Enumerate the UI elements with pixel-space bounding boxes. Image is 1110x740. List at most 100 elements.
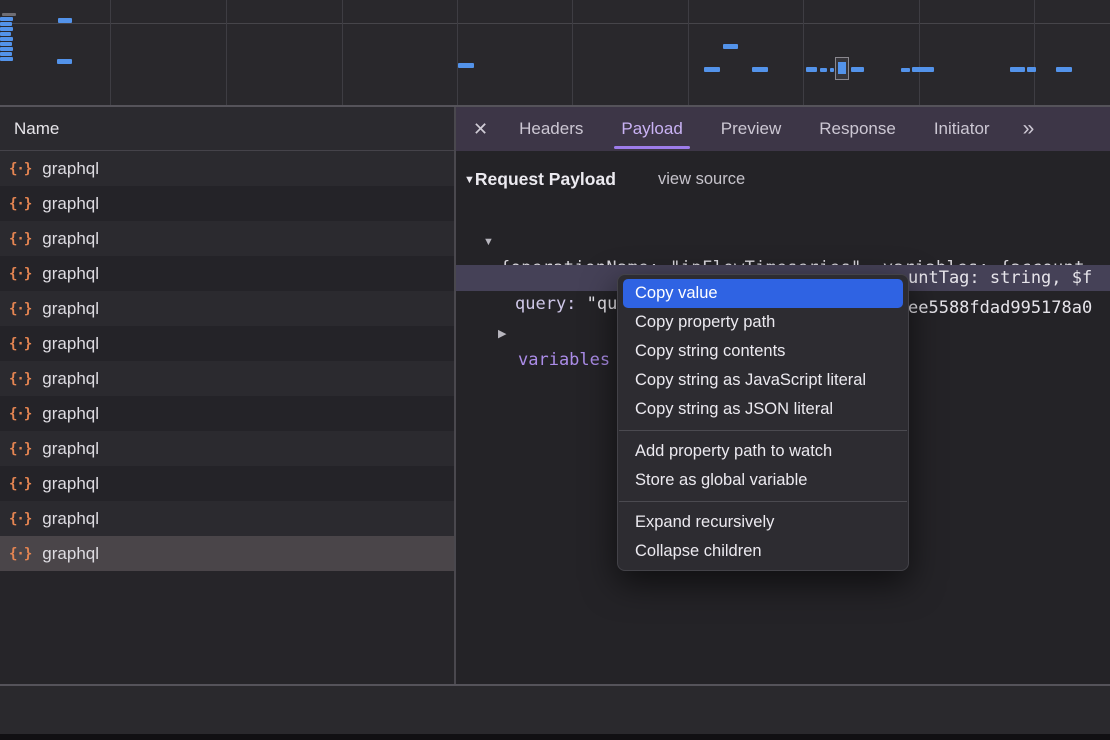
request-name: graphql: [42, 474, 99, 494]
request-name: graphql: [42, 369, 99, 389]
network-activity-bar: [0, 27, 13, 31]
payload-row-operation-name[interactable]: operationName: "ipFlowTimeseries": [456, 235, 1110, 261]
network-activity-bar: [58, 18, 72, 23]
timeline-gridline: [688, 0, 689, 105]
property-value-right-fragment: ee5588fdad995178a0: [908, 295, 1092, 321]
json-braces-icon: {·}: [9, 371, 31, 387]
request-name: graphql: [42, 439, 99, 459]
network-activity-bar: [901, 68, 910, 72]
tab-initiator[interactable]: Initiator: [915, 107, 1009, 151]
request-row[interactable]: {·} graphql: [0, 151, 454, 186]
request-row[interactable]: {·}graphql: [0, 501, 454, 536]
menu-item-add-property-path-to-watch[interactable]: Add property path to watch: [623, 437, 903, 466]
request-list-panel: Name {·} graphql {·} graphql {·} graphql {·} gr…: [0, 107, 454, 686]
detail-tab-bar: ✕ HeadersPayloadPreviewResponseInitiator…: [456, 107, 1110, 151]
menu-item-store-as-global-variable[interactable]: Store as global variable: [623, 466, 903, 495]
network-activity-bar: [806, 67, 817, 72]
tab-response[interactable]: Response: [800, 107, 915, 151]
tab-payload[interactable]: Payload: [602, 107, 701, 151]
request-row[interactable]: {·} graphql: [0, 291, 454, 326]
json-braces-icon: {·}: [9, 476, 31, 492]
json-braces-icon: {·}: [9, 511, 31, 527]
network-activity-bar: [1010, 67, 1025, 72]
timeline-gridline: [1034, 0, 1035, 105]
menu-item-expand-recursively[interactable]: Expand recursively: [623, 508, 903, 537]
request-row[interactable]: {·} graphql: [0, 326, 454, 361]
request-row[interactable]: {·} graphql: [0, 466, 454, 501]
network-activity-bar: [1027, 67, 1036, 72]
context-menu: Copy valueCopy property pathCopy string …: [617, 274, 909, 571]
request-payload-section-header[interactable]: ▼Request Payload: [464, 166, 616, 192]
request-row[interactable]: {·} graphql: [0, 361, 454, 396]
json-braces-icon: {·}: [9, 231, 31, 247]
request-name: graphql: [42, 404, 99, 424]
menu-item-copy-string-contents[interactable]: Copy string contents: [623, 337, 903, 366]
menu-item-copy-property-path[interactable]: Copy property path: [623, 308, 903, 337]
timeline-gridline: [457, 0, 458, 105]
section-title: Request Payload: [475, 169, 616, 189]
collapse-triangle-icon: ▼: [464, 174, 475, 186]
network-activity-bar: [0, 47, 13, 51]
json-braces-icon: {·}: [9, 441, 31, 457]
request-name: graphql: [42, 229, 99, 249]
menu-item-copy-string-as-javascript-literal[interactable]: Copy string as JavaScript literal: [623, 366, 903, 395]
menu-item-collapse-children[interactable]: Collapse children: [623, 537, 903, 566]
selected-request-marker-bar: [838, 62, 846, 74]
request-name: graphql: [42, 299, 99, 319]
network-activity-bar: [0, 57, 13, 61]
timeline-gridline: [110, 0, 111, 105]
network-activity-bar: [0, 17, 13, 21]
json-braces-icon: {·}: [9, 546, 31, 562]
property-value-right-fragment: untTag: string, $f: [908, 265, 1092, 291]
close-icon[interactable]: ✕: [473, 119, 488, 140]
timeline-gridline: [572, 0, 573, 105]
tab-preview[interactable]: Preview: [702, 107, 800, 151]
request-name: graphql: [42, 334, 99, 354]
timeline-gridline: [226, 0, 227, 105]
network-activity-bar: [0, 22, 12, 26]
request-name: graphql: [42, 544, 99, 564]
json-braces-icon: {·}: [9, 336, 31, 352]
network-activity-bar: [752, 67, 768, 72]
json-braces-icon: {·}: [9, 196, 31, 212]
network-activity-bar: [2, 13, 16, 16]
request-row[interactable]: {·} graphql: [0, 221, 454, 256]
request-row[interactable]: {·} graphql: [0, 256, 454, 291]
column-header-name[interactable]: Name: [0, 107, 454, 151]
column-header-label: Name: [14, 119, 59, 138]
network-overview-timeline[interactable]: [0, 0, 1110, 105]
request-row[interactable]: {·}graphql: [0, 186, 454, 221]
network-activity-bar: [57, 59, 72, 64]
expand-triangle-icon[interactable]: ▶: [498, 321, 506, 347]
timeline-gridline: [342, 0, 343, 105]
menu-item-copy-string-as-json-literal[interactable]: Copy string as JSON literal: [623, 395, 903, 424]
request-row[interactable]: {·} graphql: [0, 536, 454, 571]
network-activity-bar: [0, 42, 12, 46]
tab-headers[interactable]: Headers: [500, 107, 602, 151]
request-row[interactable]: {·}graphql: [0, 396, 454, 431]
menu-item-copy-value[interactable]: Copy value: [623, 279, 903, 308]
overflow-tabs-icon[interactable]: »: [1023, 117, 1035, 141]
window-bottom-edge: [0, 734, 1110, 740]
payload-root-row[interactable]: ▼ {operationName: "ipFlowTimeseries", va…: [456, 203, 1110, 229]
request-name: graphql: [42, 264, 99, 284]
network-activity-bar: [0, 52, 12, 56]
network-activity-bar: [704, 67, 720, 72]
network-activity-bar: [820, 68, 827, 72]
json-braces-icon: {·}: [9, 266, 31, 282]
json-braces-icon: {·}: [9, 161, 31, 177]
network-activity-bar: [851, 67, 864, 72]
network-activity-bar: [912, 67, 934, 72]
network-summary-footer: [0, 684, 1110, 735]
property-key: variables: [518, 347, 610, 373]
network-activity-bar: [1056, 67, 1072, 72]
json-braces-icon: {·}: [9, 301, 31, 317]
view-source-link[interactable]: view source: [658, 166, 745, 192]
devtools-network-panel: Name {·} graphql {·} graphql {·} graphql {·} gr…: [0, 0, 1110, 740]
network-activity-bar: [723, 44, 738, 49]
timeline-gridline: [803, 0, 804, 105]
network-activity-bar: [0, 32, 11, 36]
request-row[interactable]: {·} graphql: [0, 431, 454, 466]
request-name: graphql: [42, 159, 99, 179]
timeline-gridline: [919, 0, 920, 105]
